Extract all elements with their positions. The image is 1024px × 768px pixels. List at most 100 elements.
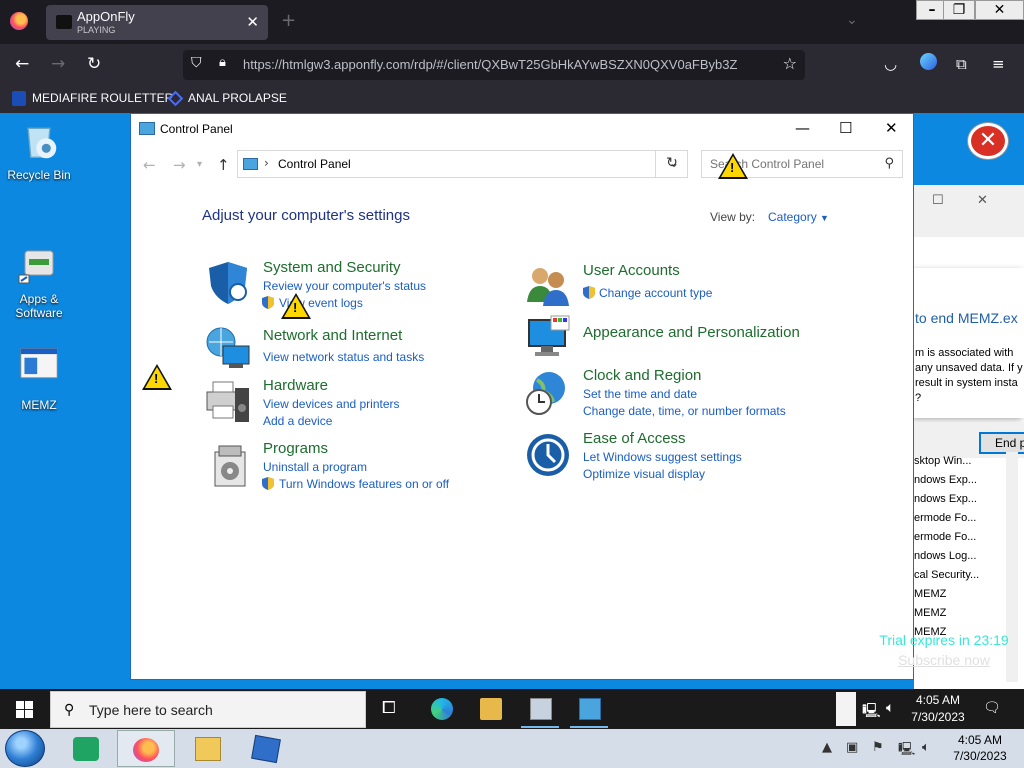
breadcrumb[interactable]: Control Panel bbox=[278, 157, 351, 171]
volume-icon[interactable]: 🔈︎ bbox=[886, 700, 894, 716]
process-row[interactable]: ndows Log... bbox=[914, 547, 1006, 566]
category-user-accounts[interactable]: User Accounts bbox=[583, 262, 680, 279]
tray-app-icon[interactable]: ▣ bbox=[846, 740, 858, 755]
refresh-button[interactable]: ↻ bbox=[655, 150, 688, 178]
search-icon[interactable]: ⚲ bbox=[884, 156, 894, 171]
up-arrow-icon[interactable]: ↑ bbox=[217, 156, 230, 174]
edge-icon[interactable] bbox=[431, 698, 453, 720]
url-text[interactable]: https://htmlgw3.apponfly.com/rdp/#/clien… bbox=[243, 57, 737, 72]
link-uninstall-program[interactable]: Uninstall a program bbox=[263, 460, 367, 474]
tracking-shield-icon[interactable]: ⛉ bbox=[191, 55, 202, 71]
taskbar-overflow[interactable] bbox=[836, 692, 856, 726]
start-orb-icon[interactable] bbox=[5, 730, 45, 767]
bookmark-star-icon[interactable]: ☆ bbox=[783, 54, 797, 73]
windows-logo-icon[interactable] bbox=[16, 701, 33, 718]
taskbar-app-firefox[interactable] bbox=[117, 730, 175, 767]
dialog-body: m is associated with any unsaved data. I… bbox=[915, 346, 1023, 406]
task-view-icon[interactable]: ⧠ bbox=[382, 698, 404, 720]
memz-taskbar-icon[interactable] bbox=[530, 698, 552, 720]
maximize-icon[interactable]: ☐ bbox=[839, 119, 852, 137]
link-change-formats[interactable]: Change date, time, or number formats bbox=[583, 404, 786, 418]
uac-shield-icon bbox=[262, 296, 274, 309]
desktop-icon-memz[interactable]: MEMZ bbox=[0, 345, 78, 412]
subscribe-link[interactable]: Subscribe now bbox=[875, 652, 1013, 668]
recent-locations-icon[interactable]: ▾ bbox=[197, 159, 202, 170]
minimize-icon[interactable]: — bbox=[795, 119, 810, 137]
breadcrumb-chevron-icon: › bbox=[264, 156, 269, 170]
forward-arrow-icon[interactable]: → bbox=[51, 54, 65, 74]
lock-icon[interactable]: 🔒︎ bbox=[219, 55, 226, 70]
back-arrow-icon[interactable]: ← bbox=[143, 156, 156, 174]
action-center-flag-icon[interactable]: ⚑ bbox=[872, 740, 884, 755]
dialog-body-line: ? bbox=[915, 392, 922, 404]
address-bar[interactable]: › Control Panel ⌄ bbox=[237, 150, 688, 178]
category-system-security[interactable]: System and Security bbox=[263, 259, 401, 276]
chevron-down-icon[interactable]: ⌄ bbox=[846, 12, 858, 28]
category-network-internet[interactable]: Network and Internet bbox=[263, 327, 402, 344]
extensions-icon[interactable]: ⧉ bbox=[956, 55, 967, 73]
end-process-button[interactable]: End p bbox=[979, 432, 1024, 454]
control-panel-taskbar-icon[interactable] bbox=[579, 698, 601, 720]
new-tab-icon[interactable]: + bbox=[281, 10, 296, 31]
show-hidden-icons-icon[interactable]: ▲ bbox=[822, 740, 832, 755]
mediafire-icon bbox=[12, 91, 26, 106]
link-network-status[interactable]: View network status and tasks bbox=[263, 350, 424, 364]
firefox-logo-icon[interactable] bbox=[10, 12, 28, 30]
pocket-icon[interactable]: ◡ bbox=[884, 55, 897, 73]
process-row[interactable]: MEMZ bbox=[914, 585, 1006, 604]
network-icon[interactable]: 🖳︎ bbox=[898, 740, 915, 762]
taskbar-app-explorer[interactable] bbox=[180, 730, 238, 767]
link-windows-features[interactable]: Turn Windows features on or off bbox=[279, 477, 449, 491]
restore-button[interactable]: ❐ bbox=[943, 0, 975, 20]
process-row[interactable]: ndows Exp... bbox=[914, 471, 1006, 490]
close-button[interactable]: ✕ bbox=[975, 0, 1024, 20]
process-row[interactable]: sktop Win... bbox=[914, 452, 1006, 471]
category-programs[interactable]: Programs bbox=[263, 440, 328, 457]
taskbar-app-sheets[interactable] bbox=[58, 730, 116, 767]
process-row[interactable]: ermode Fo... bbox=[914, 528, 1006, 547]
category-clock-region[interactable]: Clock and Region bbox=[583, 367, 701, 384]
desktop-icon-recycle-bin[interactable]: Recycle Bin bbox=[0, 121, 78, 182]
browser-tab-apponfly[interactable]: AppOnFly PLAYING ✕ bbox=[46, 5, 268, 40]
tab-close-icon[interactable]: ✕ bbox=[246, 13, 259, 31]
close-icon[interactable]: ✕ bbox=[885, 119, 898, 137]
local-clock[interactable]: 4:05 AM 7/30/2023 bbox=[948, 732, 1012, 764]
local-taskbar: ▲ ▣ ⚑ 🖳︎ 🔈︎ 4:05 AM 7/30/2023 bbox=[0, 729, 1024, 768]
close-icon[interactable]: ✕ bbox=[977, 193, 988, 208]
link-add-device[interactable]: Add a device bbox=[263, 414, 332, 428]
network-icon[interactable]: 🖳︎ bbox=[862, 700, 881, 724]
vpn-icon[interactable] bbox=[920, 53, 937, 70]
menu-icon[interactable]: ≡ bbox=[992, 55, 1005, 73]
bookmark-anal-prolapse[interactable]: ANAL PROLAPSE bbox=[188, 91, 287, 105]
notifications-icon[interactable]: 🗨︎ bbox=[983, 700, 1001, 716]
link-windows-suggest[interactable]: Let Windows suggest settings bbox=[583, 450, 742, 464]
process-row[interactable]: cal Security... bbox=[914, 566, 1006, 585]
process-row[interactable]: ndows Exp... bbox=[914, 490, 1006, 509]
process-row[interactable]: MEMZ bbox=[914, 604, 1006, 623]
view-by-dropdown[interactable]: Category ▼ bbox=[768, 210, 829, 224]
category-appearance[interactable]: Appearance and Personalization bbox=[583, 324, 800, 341]
url-bar[interactable]: ⛉ 🔒︎ https://htmlgw3.apponfly.com/rdp/#/… bbox=[183, 50, 805, 80]
link-review-status[interactable]: Review your computer's status bbox=[263, 279, 426, 293]
maximize-icon[interactable]: ☐ bbox=[932, 193, 944, 208]
forward-arrow-icon[interactable]: → bbox=[173, 156, 186, 174]
volume-icon[interactable]: 🔈︎ bbox=[922, 740, 930, 755]
taskbar-search-box[interactable]: ⚲ Type here to search bbox=[50, 691, 366, 728]
bookmark-mediafire[interactable]: MEDIAFIRE ROULETTER bbox=[32, 91, 173, 105]
reload-icon[interactable]: ↻ bbox=[87, 54, 101, 74]
link-devices-printers[interactable]: View devices and printers bbox=[263, 397, 400, 411]
clock-time: 4:05 AM bbox=[915, 693, 961, 707]
taskbar-clock[interactable]: 4:05 AM 7/30/2023 bbox=[908, 692, 968, 726]
process-row[interactable]: ermode Fo... bbox=[914, 509, 1006, 528]
taskbar-app-virtualbox[interactable] bbox=[238, 730, 296, 767]
link-change-account-type[interactable]: Change account type bbox=[599, 286, 712, 300]
control-panel-titlebar: Control Panel — ☐ ✕ bbox=[131, 114, 913, 144]
link-set-time-date[interactable]: Set the time and date bbox=[583, 387, 697, 401]
back-arrow-icon[interactable]: ← bbox=[15, 54, 29, 74]
desktop-icon-apps-software[interactable]: Apps & Software bbox=[0, 245, 78, 320]
category-ease-of-access[interactable]: Ease of Access bbox=[583, 430, 686, 447]
link-optimize-display[interactable]: Optimize visual display bbox=[583, 467, 705, 481]
category-hardware[interactable]: Hardware bbox=[263, 377, 328, 394]
file-explorer-icon[interactable] bbox=[480, 698, 502, 720]
trial-text: Trial expires in 23:19 bbox=[879, 632, 1009, 648]
